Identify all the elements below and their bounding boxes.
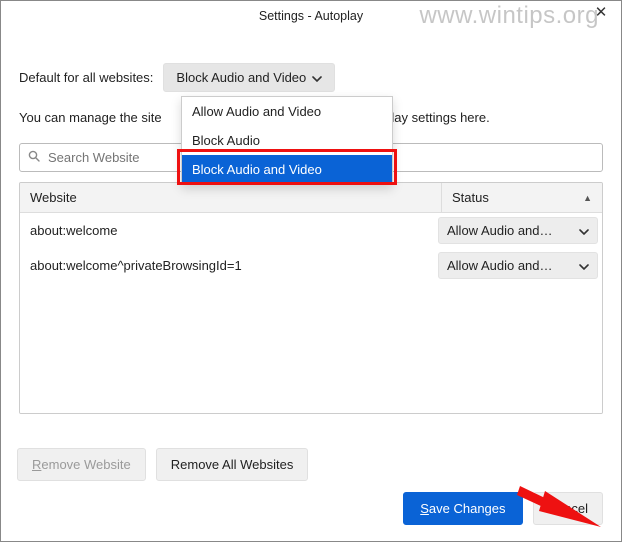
search-icon	[28, 150, 40, 165]
table-row[interactable]: about:welcome^privateBrowsingId=1 Allow …	[20, 248, 602, 283]
dropdown-option[interactable]: Block Audio	[182, 126, 392, 155]
manage-line-before: You can manage the site	[19, 110, 162, 125]
status-value: Allow Audio and…	[447, 258, 553, 273]
cancel-button[interactable]: Cancel	[533, 492, 603, 525]
watermark: www.wintips.org	[419, 1, 599, 31]
default-dropdown-button[interactable]: Block Audio and Video	[163, 63, 335, 92]
default-dropdown-menu: Allow Audio and Video Block Audio Block …	[181, 96, 393, 185]
remove-all-websites-button[interactable]: Remove All Websites	[156, 448, 309, 481]
remove-website-rest: emove Website	[41, 457, 130, 472]
cell-website: about:welcome	[30, 223, 438, 238]
cell-website: about:welcome^privateBrowsingId=1	[30, 258, 438, 273]
table-header: Website Status ▲	[20, 183, 602, 213]
dropdown-option[interactable]: Block Audio and Video	[182, 155, 392, 184]
remove-all-label: Remove All Websites	[171, 457, 294, 472]
sort-asc-icon: ▲	[583, 193, 592, 203]
status-dropdown[interactable]: Allow Audio and…	[438, 217, 598, 244]
chevron-down-icon	[312, 70, 322, 85]
table-row[interactable]: about:welcome Allow Audio and…	[20, 213, 602, 248]
window-title: Settings - Autoplay	[259, 9, 363, 23]
cancel-label: Cancel	[548, 501, 588, 516]
table-body: about:welcome Allow Audio and… about:wel…	[20, 213, 602, 413]
header-status[interactable]: Status ▲	[442, 183, 602, 212]
header-status-label: Status	[452, 190, 489, 205]
status-dropdown[interactable]: Allow Audio and…	[438, 252, 598, 279]
default-dropdown-value: Block Audio and Video	[176, 70, 306, 85]
default-label: Default for all websites:	[19, 70, 153, 85]
dropdown-option[interactable]: Allow Audio and Video	[182, 97, 392, 126]
close-icon[interactable]: ✕	[589, 1, 613, 25]
remove-website-button[interactable]: Remove Website	[17, 448, 146, 481]
title-bar: Settings - Autoplay ✕ www.wintips.org	[1, 1, 621, 31]
save-changes-button[interactable]: Save Changes	[403, 492, 522, 525]
dialog-content: Default for all websites: Block Audio an…	[1, 31, 621, 414]
header-website[interactable]: Website	[20, 183, 442, 212]
chevron-down-icon	[579, 223, 589, 238]
status-value: Allow Audio and…	[447, 223, 553, 238]
website-table: Website Status ▲ about:welcome Allow Aud…	[19, 182, 603, 414]
chevron-down-icon	[579, 258, 589, 273]
